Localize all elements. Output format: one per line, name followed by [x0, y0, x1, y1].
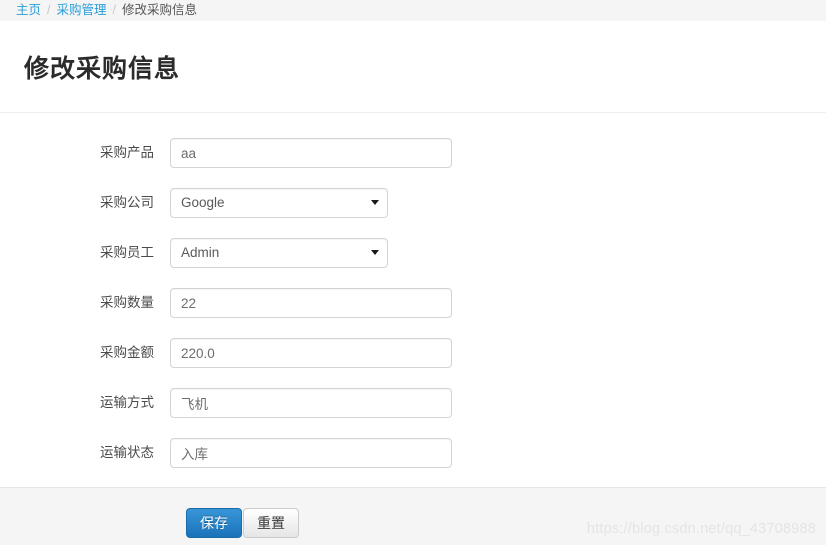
- label-product: 采购产品: [100, 145, 154, 160]
- label-shipping-status: 运输状态: [100, 445, 154, 460]
- form-row-amount: 采购金额: [0, 338, 826, 368]
- select-employee[interactable]: Admin: [170, 238, 388, 268]
- form-row-shipping-method: 运输方式: [0, 388, 826, 418]
- form-row-employee: 采购员工 Admin: [0, 238, 826, 268]
- input-shipping-status[interactable]: [170, 438, 452, 468]
- form-row-quantity: 采购数量: [0, 288, 826, 318]
- label-employee: 采购员工: [100, 245, 154, 260]
- select-wrap-employee: Admin: [170, 238, 388, 268]
- reset-button[interactable]: 重置: [243, 508, 299, 538]
- breadcrumb-item-current: 修改采购信息: [122, 3, 198, 17]
- form-footer: 保存 重置 https://blog.csdn.net/qq_43708988: [0, 487, 826, 545]
- input-product[interactable]: [170, 138, 452, 168]
- purchase-edit-page: 主页 / 采购管理 / 修改采购信息 修改采购信息 采购产品 采购公司 Goog…: [0, 0, 826, 545]
- input-shipping-method[interactable]: [170, 388, 452, 418]
- breadcrumb: 主页 / 采购管理 / 修改采购信息: [0, 0, 826, 21]
- select-wrap-company: Google: [170, 188, 388, 218]
- label-company: 采购公司: [100, 195, 154, 210]
- select-company[interactable]: Google: [170, 188, 388, 218]
- label-shipping-method: 运输方式: [100, 395, 154, 410]
- label-amount: 采购金额: [100, 345, 154, 360]
- purchase-edit-form: 采购产品 采购公司 Google 采购员工 Admin 采购数量: [0, 113, 826, 487]
- breadcrumb-item-purchase-management[interactable]: 采购管理: [57, 0, 107, 21]
- watermark-text: https://blog.csdn.net/qq_43708988: [586, 521, 816, 537]
- form-row-product: 采购产品: [0, 138, 826, 168]
- label-quantity: 采购数量: [100, 295, 154, 310]
- page-title: 修改采购信息: [24, 55, 181, 83]
- breadcrumb-separator-1: /: [47, 3, 51, 17]
- input-quantity[interactable]: [170, 288, 452, 318]
- save-button[interactable]: 保存: [186, 508, 242, 538]
- form-row-shipping-status: 运输状态: [0, 438, 826, 468]
- form-row-company: 采购公司 Google: [0, 188, 826, 218]
- breadcrumb-item-home[interactable]: 主页: [16, 0, 41, 21]
- breadcrumb-separator-2: /: [112, 3, 116, 17]
- input-amount[interactable]: [170, 338, 452, 368]
